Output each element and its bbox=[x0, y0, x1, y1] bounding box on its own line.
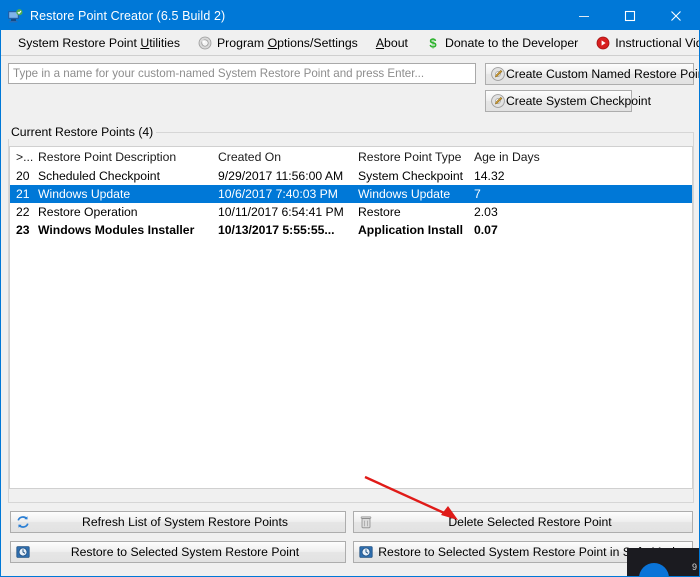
title-bar: Restore Point Creator (6.5 Build 2) bbox=[1, 1, 699, 30]
cell-index: 21 bbox=[16, 187, 30, 201]
play-circle-icon bbox=[596, 36, 610, 50]
menu-item-instructional-videos[interactable]: Instructional Videos bbox=[587, 30, 699, 56]
clock-restore-icon bbox=[358, 544, 374, 560]
artifact-circle bbox=[639, 563, 669, 576]
cell-age: 14.32 bbox=[474, 169, 505, 183]
minimize-icon[interactable] bbox=[561, 1, 607, 30]
column-header-type[interactable]: Restore Point Type bbox=[358, 150, 474, 164]
menu-label-system-restore-point-utilities: System Restore Point Utilities bbox=[18, 35, 180, 50]
gear-icon bbox=[198, 36, 212, 50]
menu-item-donate-to-the-developer[interactable]: $ Donate to the Developer bbox=[417, 30, 587, 56]
window-title: Restore Point Creator (6.5 Build 2) bbox=[30, 8, 226, 23]
column-header-description[interactable]: Restore Point Description bbox=[38, 150, 218, 164]
create-custom-named-restore-point-label: Create Custom Named Restore Point bbox=[506, 67, 700, 81]
refresh-icon bbox=[15, 514, 31, 530]
cell-type: Restore bbox=[358, 205, 401, 219]
column-header-age[interactable]: Age in Days bbox=[474, 150, 554, 164]
column-header-index[interactable]: >... bbox=[10, 150, 38, 164]
create-custom-named-restore-point-button[interactable]: Create Custom Named Restore Point bbox=[485, 63, 699, 85]
window-controls bbox=[561, 1, 699, 30]
delete-selected-restore-point-button[interactable]: Delete Selected Restore Point bbox=[353, 511, 693, 533]
cell-description: Scheduled Checkpoint bbox=[38, 169, 160, 183]
table-row[interactable]: 21 Windows Update 10/6/2017 7:40:03 PM W… bbox=[10, 185, 692, 203]
table-row[interactable]: 23 Windows Modules Installer 10/13/2017 … bbox=[10, 221, 692, 239]
cell-created-on: 10/13/2017 5:55:55... bbox=[218, 223, 335, 237]
column-header-created-on[interactable]: Created On bbox=[218, 150, 358, 164]
close-icon[interactable] bbox=[653, 1, 699, 30]
menu-label-about: About bbox=[375, 35, 408, 50]
cell-created-on: 9/29/2017 11:56:00 AM bbox=[218, 169, 344, 183]
dollar-icon: $ bbox=[426, 35, 440, 50]
menu-label-donate-to-the-developer: Donate to the Developer bbox=[444, 35, 579, 50]
menu-bar: System Restore Point Utilities Program O… bbox=[1, 30, 699, 56]
screen-corner-artifact: 9 bbox=[627, 548, 699, 576]
cell-age: 0.07 bbox=[474, 223, 498, 237]
create-system-checkpoint-label: Create System Checkpoint bbox=[506, 94, 651, 108]
cell-type: System Checkpoint bbox=[358, 169, 463, 183]
clock-restore-icon bbox=[15, 544, 31, 560]
menu-item-system-restore-point-utilities[interactable]: System Restore Point Utilities bbox=[9, 30, 189, 56]
computer-restore-icon bbox=[7, 8, 23, 24]
current-restore-points-label: Current Restore Points (4) bbox=[8, 125, 157, 139]
restore-point-name-input[interactable] bbox=[8, 63, 476, 84]
cell-created-on: 10/6/2017 7:40:03 PM bbox=[218, 187, 338, 201]
disc-pencil-icon bbox=[490, 66, 506, 82]
refresh-list-button[interactable]: Refresh List of System Restore Points bbox=[10, 511, 346, 533]
table-header-row: >... Restore Point Description Created O… bbox=[10, 147, 692, 167]
cell-age: 7 bbox=[474, 187, 481, 201]
application-window: Restore Point Creator (6.5 Build 2) Syst… bbox=[0, 0, 700, 577]
table-row[interactable]: 22 Restore Operation 10/11/2017 6:54:41 … bbox=[10, 203, 692, 221]
artifact-edge-text: 9 bbox=[691, 562, 697, 572]
disc-pencil-icon bbox=[490, 93, 506, 109]
svg-text:$: $ bbox=[429, 36, 437, 50]
cell-description: Windows Modules Installer bbox=[38, 223, 195, 237]
restore-points-list[interactable]: >... Restore Point Description Created O… bbox=[9, 146, 693, 489]
cell-description: Windows Update bbox=[38, 187, 131, 201]
menu-item-about[interactable]: About bbox=[367, 30, 417, 56]
maximize-icon[interactable] bbox=[607, 1, 653, 30]
cell-description: Restore Operation bbox=[38, 205, 138, 219]
trash-icon bbox=[358, 514, 374, 530]
cell-type: Windows Update bbox=[358, 187, 451, 201]
cell-age: 2.03 bbox=[474, 205, 498, 219]
delete-selected-restore-point-label: Delete Selected Restore Point bbox=[448, 515, 612, 529]
restore-to-selected-point-label: Restore to Selected System Restore Point bbox=[70, 545, 300, 559]
refresh-list-label: Refresh List of System Restore Points bbox=[82, 515, 288, 529]
menu-label-instructional-videos: Instructional Videos bbox=[615, 35, 699, 50]
cell-type: Application Install bbox=[358, 223, 463, 237]
cell-created-on: 10/11/2017 6:54:41 PM bbox=[218, 205, 344, 219]
cell-index: 20 bbox=[16, 169, 30, 183]
cell-index: 22 bbox=[16, 205, 30, 219]
menu-item-program-options-settings[interactable]: Program Options/Settings bbox=[189, 30, 367, 56]
restore-to-selected-point-button[interactable]: Restore to Selected System Restore Point bbox=[10, 541, 346, 563]
table-row[interactable]: 20 Scheduled Checkpoint 9/29/2017 11:56:… bbox=[10, 167, 692, 185]
cell-index: 23 bbox=[16, 223, 30, 237]
menu-label-program-options-settings: Program Options/Settings bbox=[216, 35, 358, 50]
create-system-checkpoint-button[interactable]: Create System Checkpoint bbox=[485, 90, 651, 112]
